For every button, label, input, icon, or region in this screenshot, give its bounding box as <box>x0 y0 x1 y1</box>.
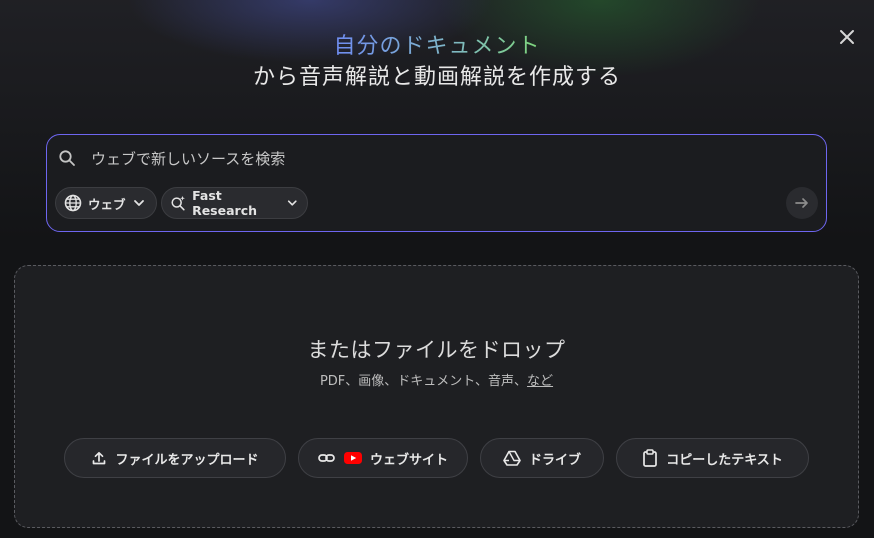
sparkle-search-icon <box>171 195 185 211</box>
supported-types-text: PDF、画像、ドキュメント、音声、 <box>319 374 528 389</box>
globe-icon <box>64 194 82 212</box>
page-heading: 自分のドキュメント から音声解説と動画解説を作成する <box>0 32 874 94</box>
drive-label: ドライブ <box>528 452 581 468</box>
upload-file-button[interactable]: ファイルをアップロード <box>64 438 286 478</box>
research-mode-chip[interactable]: Fast Research <box>161 187 308 219</box>
search-icon <box>59 150 75 166</box>
clipboard-icon <box>642 449 658 467</box>
link-icon <box>318 450 336 466</box>
more-types-link[interactable]: など <box>527 374 553 389</box>
drop-zone-subtitle: PDF、画像、ドキュメント、音声、など <box>15 370 858 389</box>
upload-file-label: ファイルをアップロード <box>115 452 259 468</box>
source-selector-label: ウェブ <box>88 196 126 212</box>
chevron-down-icon <box>288 200 298 206</box>
drive-button[interactable]: ドライブ <box>480 438 604 478</box>
drive-icon <box>503 450 521 466</box>
heading-line-gradient: 自分のドキュメント <box>333 32 540 62</box>
youtube-icon <box>343 451 362 465</box>
copied-text-label: コピーしたテキスト <box>666 452 783 468</box>
source-selector-chip[interactable]: ウェブ <box>55 187 157 219</box>
website-label: ウェブサイト <box>369 452 448 468</box>
search-panel: ウェブ Fast Research <box>46 134 827 232</box>
upload-icon <box>91 450 107 466</box>
heading-line-main: から音声解説と動画解説を作成する <box>252 65 621 90</box>
website-button[interactable]: ウェブサイト <box>298 438 468 478</box>
search-input[interactable] <box>91 146 771 172</box>
search-submit-button[interactable] <box>786 187 818 219</box>
copied-text-button[interactable]: コピーしたテキスト <box>616 438 809 478</box>
drop-zone-title: またはファイルをドロップ <box>307 338 566 362</box>
file-drop-zone[interactable]: またはファイルをドロップ PDF、画像、ドキュメント、音声、など ファイルをアッ… <box>14 265 859 528</box>
chevron-down-icon <box>133 200 144 206</box>
arrow-right-icon <box>795 198 808 208</box>
research-mode-label: Fast Research <box>192 188 258 218</box>
